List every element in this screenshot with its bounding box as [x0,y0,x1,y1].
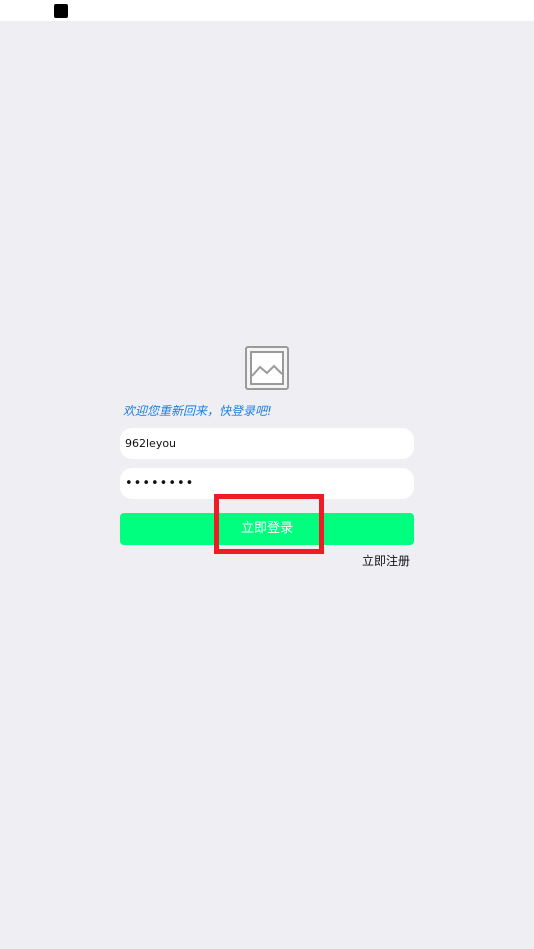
register-link[interactable]: 立即注册 [362,552,410,570]
status-indicator-icon [54,4,68,18]
status-bar [0,0,534,21]
password-input[interactable] [120,468,414,499]
logo-image-placeholder-icon [245,346,289,390]
welcome-message: 欢迎您重新回来，快登录吧! [123,404,272,418]
username-input[interactable] [120,428,414,459]
login-button[interactable]: 立即登录 [120,513,414,545]
